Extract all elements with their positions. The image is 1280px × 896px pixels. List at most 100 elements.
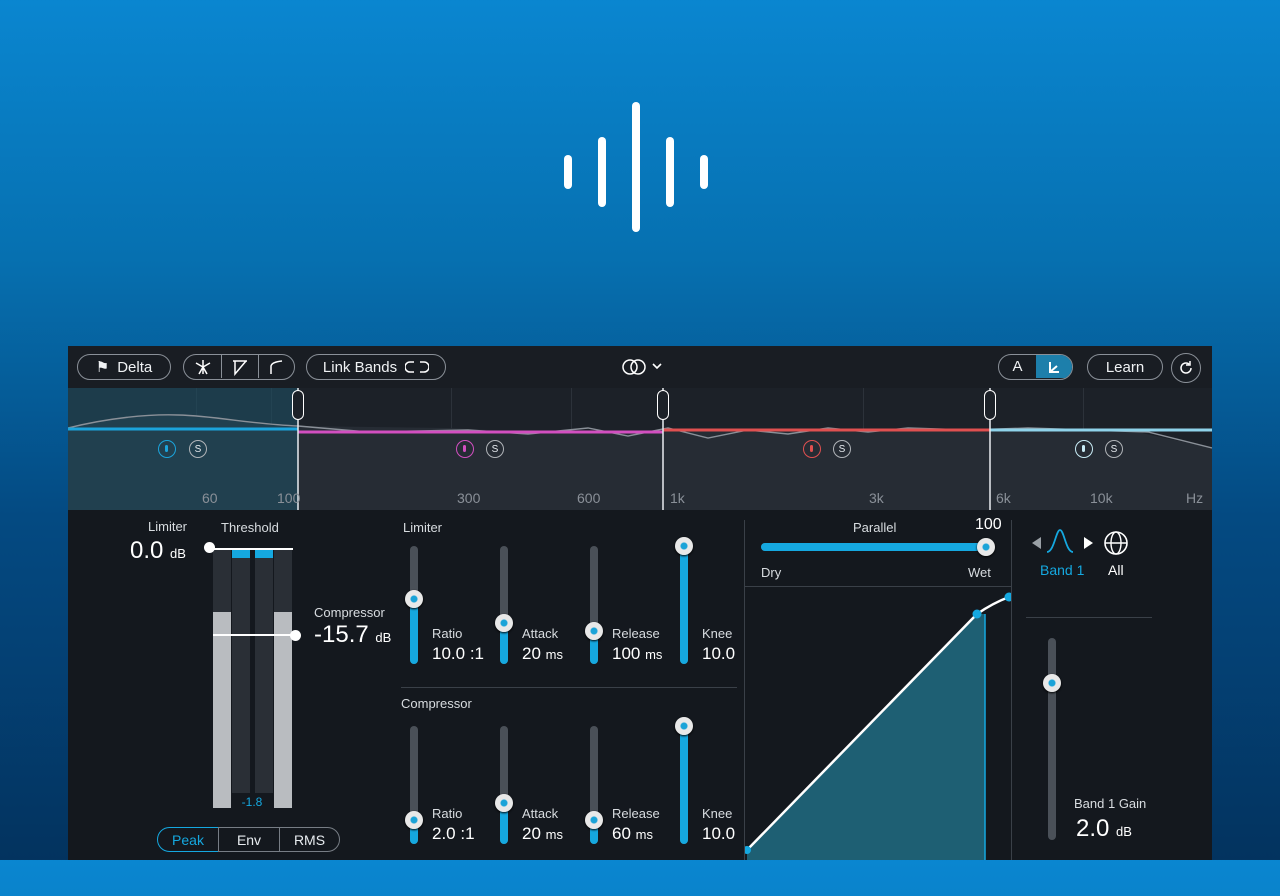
compressor-release-label: Release — [612, 806, 660, 821]
band1-mute-icon[interactable] — [158, 440, 176, 458]
parallel-value: 100 — [975, 516, 1002, 533]
limiter-value: 0.0 dB — [130, 537, 186, 564]
compressor-knee-label: Knee — [702, 806, 733, 821]
compressor-section-title: Compressor — [401, 696, 472, 711]
learn-button[interactable]: Learn — [1087, 354, 1163, 380]
band3-solo-label: S — [838, 443, 846, 455]
band4-mute-icon[interactable] — [1075, 440, 1093, 458]
spectrum-display[interactable]: S S S S 60 100 300 600 1k 3k 6k 10k Hz — [68, 388, 1212, 510]
compare-a-button[interactable]: A — [999, 355, 1036, 378]
limiter-attack-thumb[interactable] — [495, 613, 513, 632]
freq-label: 1k — [670, 490, 685, 506]
limiter-attack-value: 20 ms — [522, 644, 563, 663]
band2-solo-label: S — [491, 443, 499, 455]
limiter-release-value: 100 ms — [612, 644, 663, 663]
compressor-value: -15.7 dB — [314, 621, 392, 648]
compressor-ratio-slider[interactable] — [405, 726, 423, 844]
limiter-ratio-thumb[interactable] — [405, 590, 423, 609]
compressor-label: Compressor — [314, 605, 385, 620]
limiter-section-title: Limiter — [403, 520, 443, 535]
compressor-attack-thumb[interactable] — [495, 793, 513, 812]
compressor-release-slider[interactable] — [585, 726, 603, 844]
gr-value: -1.8 — [241, 795, 263, 809]
band-select-label[interactable]: Band 1 — [1040, 562, 1084, 578]
band-gain-slider-thumb[interactable] — [1043, 674, 1061, 692]
parallel-slider-thumb[interactable] — [977, 538, 995, 556]
freq-label: 10k — [1090, 490, 1113, 506]
limiter-label: Limiter — [148, 519, 188, 534]
mode-rms-button[interactable]: RMS — [279, 827, 340, 852]
freq-unit-label: Hz — [1186, 490, 1204, 506]
plugin-panel: ⚑ Delta Link Bands A Learn S S S S 60 10… — [68, 346, 1212, 860]
slider-fill — [680, 726, 688, 844]
mode-group — [183, 354, 295, 380]
band3-solo-icon[interactable]: S — [833, 440, 851, 458]
limiter-knee-thumb[interactable] — [675, 537, 693, 555]
limiter-knee-slider[interactable] — [675, 537, 693, 664]
prev-band-icon[interactable] — [1032, 536, 1042, 554]
band4-solo-icon[interactable]: S — [1105, 440, 1123, 458]
band4-solo-label: S — [1110, 443, 1118, 455]
compressor-threshold-handle[interactable] — [290, 630, 301, 641]
crossover-handle-2[interactable] — [657, 390, 669, 420]
detection-mode-selector: Peak Env RMS — [157, 827, 340, 852]
slider-fill — [680, 546, 688, 664]
limiter-attack-slider[interactable] — [495, 546, 513, 664]
assistant-button[interactable] — [1171, 353, 1201, 383]
compare-b-button[interactable] — [1036, 355, 1072, 378]
stereo-mode-dropdown[interactable] — [621, 357, 665, 382]
globe-icon[interactable] — [1103, 530, 1129, 561]
compressor-ratio-thumb[interactable] — [405, 811, 423, 830]
parallel-slider[interactable] — [761, 538, 995, 556]
compressor-attack-slider[interactable] — [495, 726, 513, 844]
compressor-attack-value: 20 ms — [522, 824, 563, 843]
crossover-handle-1[interactable] — [292, 390, 304, 420]
limiter-threshold-line — [213, 548, 293, 550]
delta-button[interactable]: ⚑ Delta — [77, 354, 171, 380]
compressor-release-thumb[interactable] — [585, 811, 603, 830]
limiter-release-thumb[interactable] — [585, 621, 603, 640]
brand-logo — [560, 100, 720, 235]
limiter-knee-value: 10.0 — [702, 644, 736, 663]
controls-area: Limiter 0.0 dB Threshold -1.8 Compressor… — [68, 510, 1212, 860]
link-bands-button[interactable]: Link Bands — [306, 354, 446, 380]
limiter-threshold-handle[interactable] — [204, 542, 215, 553]
linear-mode-icon[interactable] — [221, 355, 259, 378]
curve-panel: Parallel 100 Dry Wet — [744, 516, 1012, 860]
input-meter-right — [274, 548, 292, 808]
toolbar: ⚑ Delta Link Bands A Learn — [68, 346, 1212, 388]
compressor-ratio-label: Ratio — [432, 806, 463, 821]
freq-label: 300 — [457, 490, 481, 506]
limiter-knee-label: Knee — [702, 626, 733, 641]
mode-peak-button[interactable]: Peak — [157, 827, 219, 852]
figure-mode-icon[interactable] — [184, 355, 222, 378]
limiter-release-slider[interactable] — [585, 546, 603, 664]
stereo-icon — [622, 359, 662, 375]
crossover-handle-3[interactable] — [984, 390, 996, 420]
compressor-ratio-value: 2.0 :1 — [432, 824, 475, 843]
limiter-ratio-value: 10.0 :1 — [432, 644, 484, 663]
band2-mute-icon[interactable] — [456, 440, 474, 458]
compressor-threshold-line — [213, 634, 293, 636]
spectrum-graph — [68, 388, 1212, 510]
compressor-knee-thumb[interactable] — [675, 717, 693, 735]
delta-label: Delta — [117, 358, 153, 376]
wet-label: Wet — [968, 565, 991, 580]
compressor-knee-slider[interactable] — [675, 717, 693, 844]
band3-mute-icon[interactable] — [803, 440, 821, 458]
band-gain-slider[interactable] — [1043, 638, 1061, 840]
all-bands-label[interactable]: All — [1108, 562, 1124, 578]
limiter-ratio-slider[interactable] — [405, 546, 423, 664]
next-band-icon[interactable] — [1083, 536, 1093, 554]
band1-solo-icon[interactable]: S — [189, 440, 207, 458]
refresh-icon — [1180, 361, 1192, 374]
compressor-attack-label: Attack — [522, 806, 559, 821]
ear-icon: ⚑ — [95, 359, 110, 376]
band2-solo-icon[interactable]: S — [486, 440, 504, 458]
curve-mode-icon[interactable] — [258, 355, 294, 378]
mode-env-button[interactable]: Env — [218, 827, 280, 852]
limiter-release-label: Release — [612, 626, 660, 641]
ab-compare: A — [998, 354, 1073, 380]
compression-curve[interactable] — [745, 587, 1011, 860]
band-gain-value: 2.0 dB — [1076, 815, 1132, 842]
